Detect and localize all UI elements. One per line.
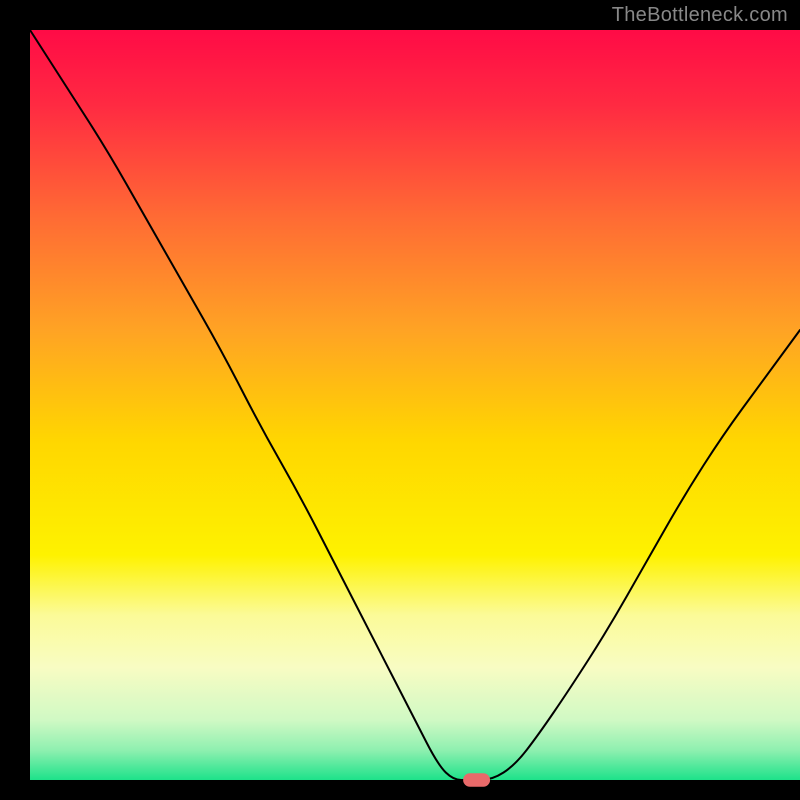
bottleneck-chart <box>0 0 800 800</box>
plot-area <box>30 30 800 780</box>
watermark-text: TheBottleneck.com <box>612 4 788 27</box>
optimal-marker <box>463 773 490 787</box>
chart-container: TheBottleneck.com <box>0 0 800 800</box>
